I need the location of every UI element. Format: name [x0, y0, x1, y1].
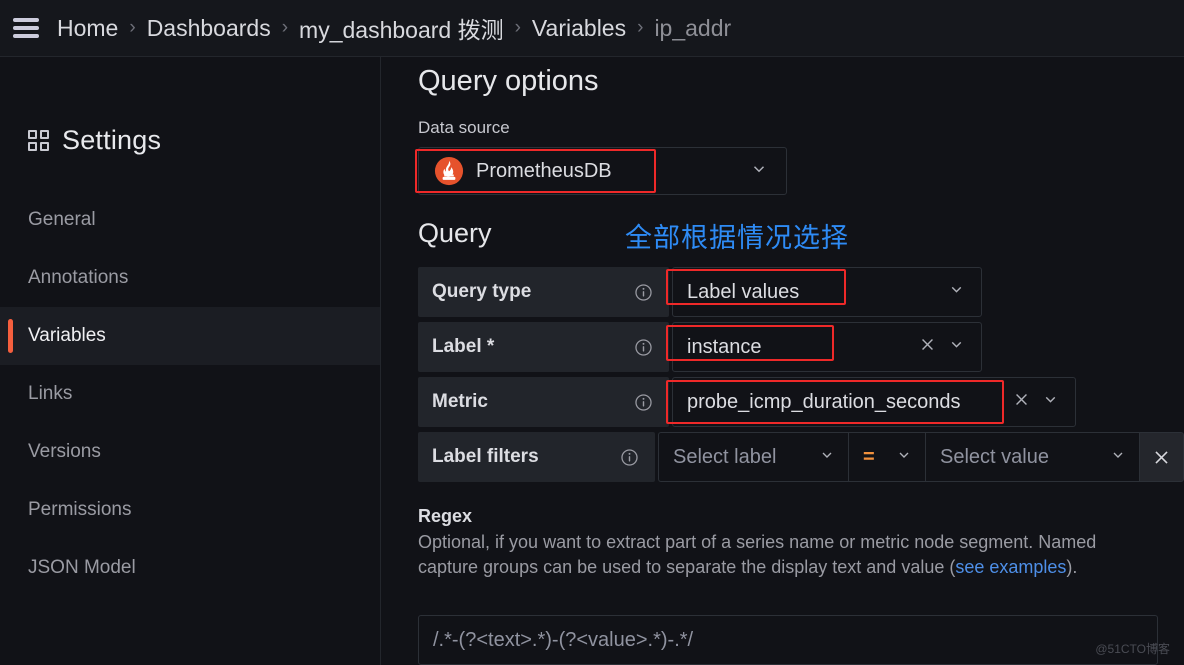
chevron-down-icon[interactable]: [819, 447, 835, 468]
chevron-down-icon[interactable]: [948, 336, 965, 358]
breadcrumb-item-variables[interactable]: Variables: [532, 15, 626, 42]
label-filter-group: Select label = Select value: [658, 432, 1184, 482]
chevron-down-icon[interactable]: [896, 447, 912, 468]
regex-title: Regex: [418, 506, 473, 526]
annotation-note-text: 全部根据情况选择: [625, 223, 849, 253]
breadcrumb-item-dashboards[interactable]: Dashboards: [147, 15, 271, 42]
hamburger-bar: [13, 26, 39, 30]
info-circle-icon[interactable]: [620, 448, 639, 467]
close-icon[interactable]: [919, 336, 936, 358]
hamburger-menu-icon[interactable]: [13, 18, 39, 38]
breadcrumb-separator-icon: ›: [281, 17, 289, 38]
regex-input[interactable]: /.*-(?<text>.*)-(?<value>.*)-.*/: [418, 615, 1158, 665]
regex-section: Regex Optional, if you want to extract p…: [418, 506, 1158, 580]
metric-select[interactable]: probe_icmp_duration_seconds: [672, 377, 1076, 427]
regex-description-part2: ).: [1066, 557, 1078, 577]
chevron-down-icon[interactable]: [1042, 391, 1059, 413]
data-source-label: Data source: [418, 118, 510, 137]
info-circle-icon[interactable]: [634, 338, 653, 357]
row-label-text: Metric: [432, 391, 488, 412]
sidebar-item-versions[interactable]: Versions: [0, 423, 380, 481]
sidebar-item-general[interactable]: General: [0, 191, 380, 249]
breadcrumb-separator-icon: ›: [129, 17, 136, 38]
settings-header: Settings: [28, 125, 380, 156]
filter-value-select[interactable]: Select value: [925, 432, 1139, 482]
top-navigation-bar: Home › Dashboards › my_dashboard 拨测 › Va…: [0, 0, 1184, 57]
sidebar-item-permissions[interactable]: Permissions: [0, 481, 380, 539]
page-title: Settings: [62, 125, 162, 155]
filter-value-placeholder: Select value: [940, 445, 1049, 468]
row-label-text: Label *: [432, 336, 495, 357]
breadcrumb-item-my-dashboard[interactable]: my_dashboard 拨测: [299, 11, 504, 45]
hamburger-bar: [13, 18, 39, 22]
filter-label-select[interactable]: Select label: [658, 432, 848, 482]
sidebar-item-label: Permissions: [28, 499, 132, 520]
filter-label-placeholder: Select label: [673, 445, 777, 468]
hamburger-bar: [13, 34, 39, 38]
sidebar-item-label: Links: [28, 383, 73, 404]
sidebar-item-label: JSON Model: [28, 557, 136, 578]
row-label-filters: Label filters Select label = Select valu…: [418, 432, 1184, 482]
label-value: instance: [687, 335, 762, 358]
sidebar-item-json-model[interactable]: JSON Model: [0, 539, 380, 597]
metric-value: probe_icmp_duration_seconds: [687, 390, 961, 413]
row-label-text: Label filters: [432, 446, 539, 467]
breadcrumb: Home › Dashboards › my_dashboard 拨测 › Va…: [57, 11, 731, 45]
filter-operator-select[interactable]: =: [848, 432, 925, 482]
sidebar-item-variables[interactable]: Variables: [0, 307, 380, 365]
watermark: @51CTO博客: [1095, 642, 1170, 656]
sidebar-item-label: Versions: [28, 441, 101, 462]
query-type-value: Label values: [687, 280, 800, 303]
row-label: Label * instance: [418, 322, 1184, 372]
chevron-down-icon[interactable]: [750, 160, 768, 183]
grafana-variable-editor-window: Home › Dashboards › my_dashboard 拨测 › Va…: [0, 0, 1184, 665]
query-form-rows: Query type Label values Label * instance…: [418, 267, 1184, 487]
settings-sidebar: Settings General Annotations Variables L…: [0, 57, 381, 665]
row-label-label: Label *: [418, 322, 669, 372]
breadcrumb-item-ip-addr[interactable]: ip_addr: [654, 15, 731, 42]
label-select[interactable]: instance: [672, 322, 982, 372]
row-metric: Metric probe_icmp_duration_seconds: [418, 377, 1184, 427]
info-circle-icon[interactable]: [634, 283, 653, 302]
prometheus-icon: [434, 156, 464, 186]
query-type-select[interactable]: Label values: [672, 267, 982, 317]
close-icon[interactable]: [1013, 391, 1030, 413]
see-examples-link[interactable]: see examples: [955, 557, 1066, 577]
breadcrumb-separator-icon: ›: [637, 17, 644, 38]
info-circle-icon[interactable]: [634, 393, 653, 412]
filter-operator-value: =: [863, 445, 875, 468]
row-label-text: Query type: [432, 281, 532, 302]
remove-filter-button[interactable]: [1139, 432, 1184, 482]
row-label-label-filters: Label filters: [418, 432, 655, 482]
sidebar-item-label: Annotations: [28, 267, 129, 288]
settings-nav-list: General Annotations Variables Links Vers…: [0, 191, 380, 597]
row-label-query-type: Query type: [418, 267, 669, 317]
sidebar-item-links[interactable]: Links: [0, 365, 380, 423]
chevron-down-icon[interactable]: [948, 281, 965, 303]
sidebar-item-annotations[interactable]: Annotations: [0, 249, 380, 307]
close-icon: [1155, 450, 1168, 464]
sidebar-item-label: Variables: [28, 325, 106, 346]
breadcrumb-item-home[interactable]: Home: [57, 15, 118, 42]
query-heading: Query: [418, 218, 492, 248]
data-source-select[interactable]: PrometheusDB: [418, 147, 787, 195]
regex-description: Optional, if you want to extract part of…: [418, 530, 1158, 580]
sidebar-item-label: General: [28, 209, 96, 230]
regex-placeholder: /.*-(?<text>.*)-(?<value>.*)-.*/: [433, 628, 694, 651]
data-source-value: PrometheusDB: [476, 159, 612, 182]
query-options-heading: Query options: [418, 65, 599, 97]
breadcrumb-separator-icon: ›: [514, 17, 521, 38]
grid-icon: [28, 130, 49, 151]
chevron-down-icon[interactable]: [1110, 447, 1126, 468]
row-label-metric: Metric: [418, 377, 669, 427]
row-query-type: Query type Label values: [418, 267, 1184, 317]
